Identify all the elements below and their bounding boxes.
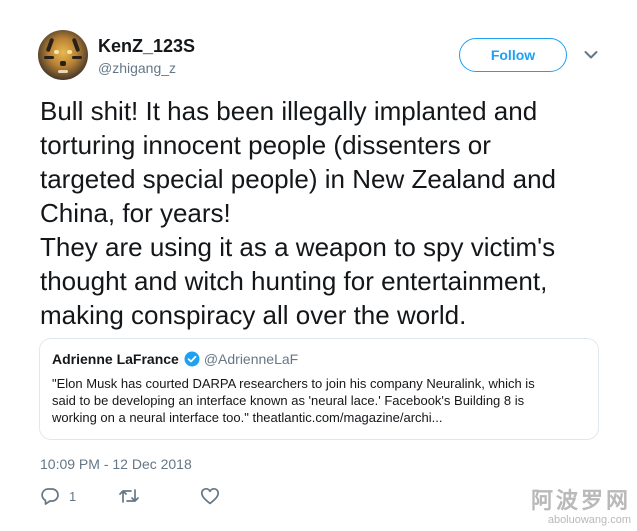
retweet-icon: [119, 489, 139, 503]
tweet-line: torturing innocent people (dissenters or: [40, 130, 491, 160]
like-button[interactable]: [200, 487, 229, 505]
watermark: 阿波罗网 aboluowang.com: [531, 488, 631, 527]
follow-button[interactable]: Follow: [459, 38, 567, 72]
quoted-author-handle: @AdrienneLaF: [203, 351, 299, 367]
quoted-tweet-line: working on a neural interface too." thea…: [52, 410, 443, 425]
watermark-site: aboluowang.com: [547, 514, 631, 526]
tweet-line: targeted special people) in New Zealand …: [40, 164, 557, 194]
tweet-line: making conspiracy all over the world.: [40, 300, 467, 330]
tweet-line: They are using it as a weapon to spy vic…: [40, 232, 556, 262]
tweet-line: thought and witch hunting for entertainm…: [40, 266, 548, 296]
reply-count: 1: [69, 488, 77, 504]
reply-icon: [41, 488, 59, 505]
tweet-timestamp[interactable]: 10:09 PM - 12 Dec 2018: [40, 456, 192, 472]
heart-icon: [200, 487, 220, 505]
retweet-button[interactable]: [118, 487, 149, 505]
avatar[interactable]: [38, 30, 88, 80]
verified-badge-icon: [184, 351, 200, 367]
tweet-line: China, for years!: [40, 198, 231, 228]
quoted-tweet-line: "Elon Musk has courted DARPA researchers…: [52, 376, 535, 391]
watermark-title: 阿波罗网: [530, 488, 631, 513]
quoted-tweet-card[interactable]: Adrienne LaFrance @AdrienneLaF "Elon Mus…: [39, 338, 599, 440]
author-display-name[interactable]: KenZ_123S: [98, 36, 195, 57]
author-handle[interactable]: @zhigang_z: [98, 60, 176, 76]
chevron-down-icon[interactable]: [584, 50, 598, 60]
quoted-tweet-header: Adrienne LaFrance @AdrienneLaF: [52, 351, 298, 367]
tweet-line: Bull shit! It has been illegally implant…: [40, 96, 538, 126]
quoted-author-name: Adrienne LaFrance: [52, 351, 179, 367]
reply-button[interactable]: 1: [40, 487, 76, 505]
tweet-text: Bull shit! It has been illegally implant…: [40, 94, 620, 332]
quoted-tweet-line: said to be developing an interface known…: [52, 393, 525, 408]
quoted-tweet-text: "Elon Musk has courted DARPA researchers…: [52, 375, 582, 426]
